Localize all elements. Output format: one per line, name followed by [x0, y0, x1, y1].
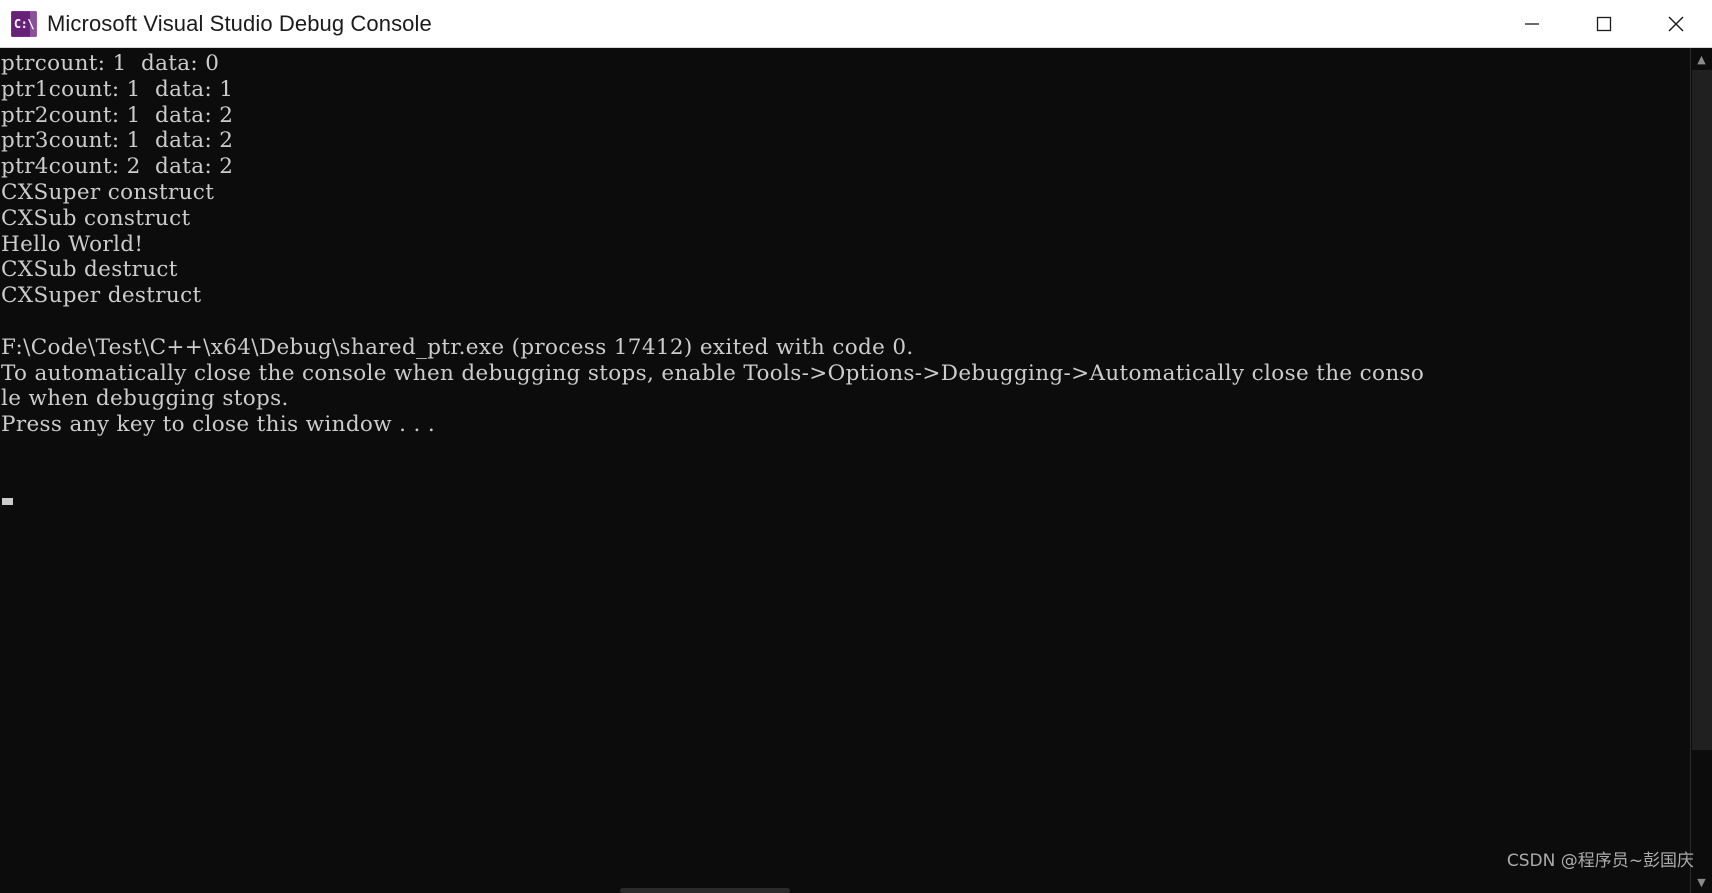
scrollbar-thumb[interactable]: [1692, 70, 1712, 750]
console-app-icon: C:\: [11, 10, 37, 37]
icon-glyph-label: C:\: [13, 16, 35, 31]
scroll-down-arrow-icon[interactable]: ▼: [1691, 871, 1712, 893]
window-controls: [1496, 0, 1712, 47]
minimize-icon: [1521, 13, 1543, 35]
window-title: Microsoft Visual Studio Debug Console: [47, 10, 432, 36]
csdn-watermark: CSDN @程序员~彭国庆: [1506, 851, 1694, 871]
bottom-edge-indicator: [620, 888, 790, 893]
close-button[interactable]: [1640, 0, 1712, 47]
title-bar[interactable]: C:\ Microsoft Visual Studio Debug Consol…: [0, 0, 1712, 48]
debug-console-window: C:\ Microsoft Visual Studio Debug Consol…: [0, 0, 1712, 893]
maximize-icon: [1593, 13, 1615, 35]
vertical-scrollbar[interactable]: ▲ ▼: [1690, 48, 1712, 893]
maximize-button[interactable]: [1568, 0, 1640, 47]
minimize-button[interactable]: [1496, 0, 1568, 47]
scroll-up-arrow-icon[interactable]: ▲: [1691, 48, 1712, 70]
console-output-area[interactable]: ptrcount: 1 data: 0 ptr1count: 1 data: 1…: [0, 48, 1690, 893]
close-icon: [1664, 12, 1688, 36]
text-cursor: [2, 498, 13, 505]
console-output-text: ptrcount: 1 data: 0 ptr1count: 1 data: 1…: [1, 51, 1425, 438]
